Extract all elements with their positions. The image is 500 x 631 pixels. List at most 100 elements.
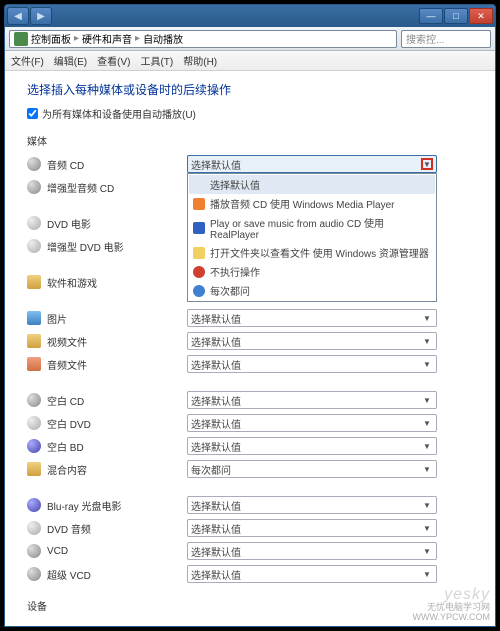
combobox-value: 选择默认值 <box>191 521 241 536</box>
dropdown-option[interactable]: 不执行操作 <box>189 262 435 281</box>
media-label-text: 软件和游戏 <box>47 275 97 290</box>
media-row: 空白 CD 选择默认值 ▼ <box>27 390 473 410</box>
chevron-down-icon: ▼ <box>421 312 433 324</box>
media-label-text: Blu-ray 光盘电影 <box>47 498 121 513</box>
cd-icon <box>27 544 41 558</box>
use-autoplay-checkbox[interactable] <box>27 108 38 119</box>
address-bar: 控制面板 ▸ 硬件和声音 ▸ 自动播放 搜索控... <box>5 27 495 51</box>
combobox-value: 每次都问 <box>191 462 231 477</box>
media-action-combobox[interactable]: 选择默认值▼ <box>187 519 437 537</box>
folder-icon <box>27 462 41 476</box>
dropdown-option-label: 选择默认值 <box>210 177 260 192</box>
dropdown-option[interactable]: 打开文件夹以查看文件 使用 Windows 资源管理器 <box>189 243 435 262</box>
menu-file[interactable]: 文件(F) <box>11 53 44 68</box>
media-label-text: 视频文件 <box>47 334 87 349</box>
chevron-right-icon: ▸ <box>135 33 140 44</box>
media-label: 超级 VCD <box>27 567 187 582</box>
breadcrumb-level1[interactable]: 硬件和声音 <box>82 31 132 46</box>
media-label: DVD 电影 <box>27 216 187 231</box>
chevron-down-icon: ▼ <box>421 545 433 557</box>
media-row: DVD 音频 选择默认值▼ <box>27 518 473 538</box>
media-label: VCD <box>27 544 187 558</box>
menu-view[interactable]: 查看(V) <box>97 53 130 68</box>
chevron-down-icon: ▼ <box>421 499 433 511</box>
chevron-down-icon: ▼ <box>421 568 433 580</box>
menu-tools[interactable]: 工具(T) <box>140 53 173 68</box>
menu-edit[interactable]: 编辑(E) <box>54 53 87 68</box>
minimize-button[interactable]: — <box>419 8 443 24</box>
media-row: 视频文件 选择默认值▼ <box>27 331 473 351</box>
media-label-text: DVD 电影 <box>47 216 91 231</box>
dropdown-option[interactable]: 播放音频 CD 使用 Windows Media Player <box>189 194 435 213</box>
dropdown-option[interactable]: 选择默认值 <box>189 175 435 194</box>
combobox-dropdown: 选择默认值播放音频 CD 使用 Windows Media PlayerPlay… <box>187 173 437 302</box>
media-row: Blu-ray 光盘电影 选择默认值 ▼ <box>27 495 473 515</box>
breadcrumb[interactable]: 控制面板 ▸ 硬件和声音 ▸ 自动播放 <box>9 30 397 48</box>
menu-help[interactable]: 帮助(H) <box>183 53 217 68</box>
media-label: 混合内容 <box>27 462 187 477</box>
media-action-combobox[interactable]: 选择默认值 ▼ <box>187 496 437 514</box>
dvd-icon <box>27 521 41 535</box>
media-label-text: 超级 VCD <box>47 567 91 582</box>
media-row: 空白 DVD 选择默认值▼ <box>27 413 473 433</box>
media-label: 空白 CD <box>27 393 187 408</box>
wmp-icon <box>193 198 205 210</box>
media-action-combobox[interactable]: 每次都问 ▼ <box>187 460 437 478</box>
media-label-text: 空白 DVD <box>47 416 91 431</box>
folder-icon <box>27 334 41 348</box>
media-action-combobox[interactable]: 选择默认值▼ <box>187 437 437 455</box>
media-row: 音频文件选择默认值▼ <box>27 354 473 374</box>
dropdown-option-label: 每次都问 <box>210 283 250 298</box>
media-action-combobox[interactable]: 选择默认值▼ <box>187 355 437 373</box>
media-row: VCD 选择默认值 ▼ <box>27 541 473 561</box>
search-input[interactable]: 搜索控... <box>401 30 491 48</box>
media-action-combobox[interactable]: 选择默认值▼ <box>187 309 437 327</box>
chevron-down-icon: ▼ <box>421 440 433 452</box>
breadcrumb-root[interactable]: 控制面板 <box>31 31 71 46</box>
maximize-button[interactable]: □ <box>444 8 468 24</box>
media-label-text: 增强型 DVD 电影 <box>47 239 124 254</box>
dropdown-option[interactable]: 每次都问 <box>189 281 435 300</box>
combobox-value: 选择默认值 <box>191 567 241 582</box>
nav-back-button[interactable]: ◀ <box>7 7 29 25</box>
media-label: 视频文件 <box>27 334 187 349</box>
media-action-combobox[interactable]: 选择默认值 ▼ <box>187 565 437 583</box>
no-icon <box>193 266 205 278</box>
media-action-combobox[interactable]: 选择默认值▼ <box>187 332 437 350</box>
cd-icon <box>27 567 41 581</box>
chevron-down-icon: ▼ <box>421 463 433 475</box>
rp-icon <box>193 222 205 234</box>
section-media-label: 媒体 <box>27 133 473 148</box>
dropdown-option[interactable]: Play or save music from audio CD 使用 Real… <box>189 213 435 243</box>
ask-icon <box>193 285 205 297</box>
media-action-combobox[interactable]: 选择默认值 ▼ <box>187 391 437 409</box>
chevron-right-icon: ▸ <box>74 33 79 44</box>
chevron-down-icon: ▼ <box>421 394 433 406</box>
pic-icon <box>27 311 41 325</box>
use-autoplay-checkbox-row[interactable]: 为所有媒体和设备使用自动播放(U) <box>27 106 473 121</box>
media-action-combobox[interactable]: 选择默认值▼ <box>187 414 437 432</box>
cd-icon <box>27 393 41 407</box>
combobox-value: 选择默认值 <box>191 393 241 408</box>
breadcrumb-level2[interactable]: 自动播放 <box>143 31 183 46</box>
media-label-text: DVD 音频 <box>47 521 91 536</box>
cd-icon <box>27 180 41 194</box>
folder-icon <box>27 275 41 289</box>
bd-icon <box>27 498 41 512</box>
nav-forward-button[interactable]: ▶ <box>30 7 52 25</box>
combobox-value: 选择默认值 <box>191 498 241 513</box>
cd-icon <box>27 157 41 171</box>
media-action-combobox[interactable]: 选择默认值 ▼ <box>187 542 437 560</box>
media-action-combobox[interactable]: 选择默认值▼选择默认值播放音频 CD 使用 Windows Media Play… <box>187 155 437 173</box>
combobox-value: 选择默认值 <box>191 334 241 349</box>
close-button[interactable]: ✕ <box>469 8 493 24</box>
section-device-label: 设备 <box>27 598 473 613</box>
menu-bar: 文件(F) 编辑(E) 查看(V) 工具(T) 帮助(H) <box>5 51 495 71</box>
media-label: 增强型音频 CD <box>27 180 187 195</box>
media-row: 音频 CD选择默认值▼选择默认值播放音频 CD 使用 Windows Media… <box>27 154 473 174</box>
page-title: 选择插入每种媒体或设备时的后续操作 <box>27 81 473 98</box>
dropdown-option-label: 不执行操作 <box>210 264 260 279</box>
combobox-value: 选择默认值 <box>191 544 241 559</box>
media-label: 图片 <box>27 311 187 326</box>
media-list: 音频 CD选择默认值▼选择默认值播放音频 CD 使用 Windows Media… <box>27 154 473 584</box>
